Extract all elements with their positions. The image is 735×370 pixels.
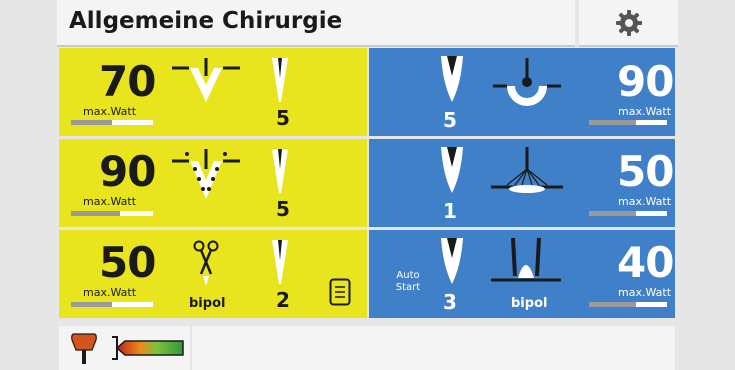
max-watt-label: max.Watt (618, 105, 672, 118)
power-level-bar (71, 120, 153, 125)
program-title: Allgemeine Chirurgie (69, 8, 343, 34)
mode-label: bipol (189, 296, 226, 311)
max-watt-label: max.Watt (83, 195, 137, 208)
max-watt-label: max.Watt (83, 286, 137, 299)
electrode-icon (272, 58, 288, 102)
cut-panel-2[interactable]: 90 max.Watt 5 (59, 139, 367, 227)
coag-mode-bipolar-icon (491, 238, 561, 282)
power-level-fill (589, 120, 636, 125)
coag-panel-1[interactable]: 5 90 max.Watt (369, 48, 675, 136)
foot-pedal-icon (71, 333, 97, 364)
electrode-icon (441, 147, 463, 193)
cut-panel-1[interactable]: 70 max.Watt 5 (59, 48, 367, 136)
max-watt-label: max.Watt (83, 105, 137, 118)
auto-start-label: Auto Start (395, 270, 421, 293)
mode-label: bipol (511, 296, 548, 311)
coag-panel-2[interactable]: 1 50 max.Watt (369, 139, 675, 227)
device-icon[interactable] (329, 278, 351, 306)
electrode-icon (441, 56, 463, 102)
coag-watt-value: 90 (617, 57, 674, 106)
power-level-bar (589, 120, 667, 125)
cut-mode-v-icon (172, 58, 240, 102)
cut-watt-value: 90 (99, 147, 156, 196)
gear-icon (615, 9, 642, 36)
effect-level: 5 (443, 108, 457, 132)
settings-button[interactable] (579, 0, 678, 47)
power-level-bar (589, 211, 667, 216)
cut-watt-value: 70 (99, 57, 156, 106)
coag-watt-value: 50 (617, 147, 674, 196)
effect-level: 3 (443, 290, 457, 314)
effect-level: 1 (443, 199, 457, 223)
electrode-icon (272, 149, 288, 193)
effect-level: 5 (276, 106, 290, 130)
header-bar: Allgemeine Chirurgie (57, 0, 575, 47)
power-level-fill (589, 302, 636, 307)
power-level-bar (71, 302, 153, 307)
scissors-icon (193, 240, 219, 286)
effect-level: 5 (276, 197, 290, 221)
electrode-icon (272, 240, 288, 284)
max-watt-label: max.Watt (618, 286, 672, 299)
effect-level: 2 (276, 288, 290, 312)
footer-info-area (192, 326, 675, 370)
power-meter-icon (112, 336, 184, 360)
power-level-bar (71, 211, 153, 216)
power-level-fill (71, 211, 121, 216)
cut-panel-3[interactable]: 50 max.Watt bipol 2 (59, 230, 367, 318)
max-watt-label: max.Watt (618, 195, 672, 208)
cut-mode-blend-icon (172, 149, 240, 199)
coag-mode-spray-icon (491, 147, 563, 193)
coag-mode-soft-icon (493, 58, 561, 106)
cut-watt-value: 50 (99, 238, 156, 287)
power-level-bar (589, 302, 667, 307)
power-level-fill (71, 120, 112, 125)
coag-watt-value: 40 (617, 238, 674, 287)
power-level-fill (71, 302, 112, 307)
power-level-fill (589, 211, 636, 216)
electrode-icon (441, 238, 463, 284)
footer-status[interactable] (59, 326, 190, 370)
coag-panel-3[interactable]: Auto Start 3 bipol 40 max.Watt (369, 230, 675, 318)
